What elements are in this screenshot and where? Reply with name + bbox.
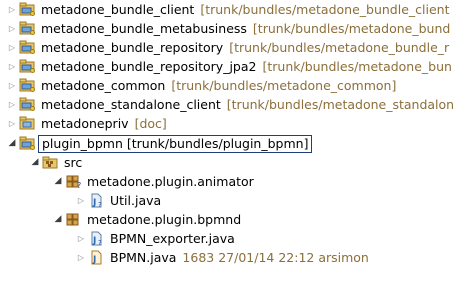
project-name: plugin_bpmn [trunk/bundles/plugin_bpmn] [38, 134, 313, 153]
project-name: metadone_bundle_client [41, 2, 195, 17]
package-name: metadone.plugin.animator [87, 174, 254, 189]
svn-decoration: 1683 27/01/14 22:12 arsimon [182, 250, 369, 265]
svg-text:?: ? [98, 239, 102, 246]
svg-text:J: J [92, 255, 96, 265]
project-name: metadone_common [41, 78, 166, 93]
project-name: metadone_bundle_metabusiness [41, 21, 247, 36]
tree-item-file[interactable]: ▷ J BPMN.java 1683 27/01/14 22:12 arsimo… [75, 248, 369, 267]
svg-text:?: ? [77, 181, 81, 189]
tree-item-selected-project[interactable]: ◢ plugin_bpmn [trunk/bundles/plugin_bpmn… [6, 134, 313, 153]
tree-item-project[interactable]: ▷ metadone_standalone_client [trunk/bund… [6, 95, 454, 114]
file-name: Util.java [110, 193, 162, 208]
tree-item-project[interactable]: ▷ metadonepriv [doc] [6, 114, 167, 133]
collapse-arrow-icon[interactable]: ◢ [6, 134, 18, 153]
expand-arrow-icon[interactable]: ▷ [6, 19, 18, 38]
svg-text:?: ? [98, 201, 102, 208]
file-name: BPMN.java [110, 250, 177, 265]
svg-text:J: J [92, 236, 96, 246]
tree-item-file[interactable]: ▷ J? BPMN_exporter.java [75, 229, 238, 248]
svg-text:J: J [92, 198, 96, 208]
expand-arrow-icon[interactable]: ▷ [75, 191, 87, 210]
java-project-icon [18, 38, 36, 57]
tree-item-package[interactable]: ◢ ? metadone.plugin.animator [52, 172, 257, 191]
tree-item-project[interactable]: ▷ metadone_bundle_metabusiness [trunk/bu… [6, 19, 450, 38]
svn-decoration: [doc] [134, 116, 167, 131]
package-name: metadone.plugin.bpmnd [87, 212, 242, 227]
java-project-icon [18, 95, 36, 114]
expand-arrow-icon[interactable]: ▷ [6, 95, 18, 114]
expand-arrow-icon[interactable]: ▷ [6, 38, 18, 57]
tree-item-package[interactable]: ◢ metadone.plugin.bpmnd [52, 210, 244, 229]
java-file-icon: J? [87, 191, 105, 210]
project-name: metadone_bundle_repository [41, 40, 224, 55]
tree-item-project[interactable]: ▷ metadone_common [trunk/bundles/metadon… [6, 76, 396, 95]
tree-item-file[interactable]: ▷ J? Util.java [75, 191, 164, 210]
collapse-arrow-icon[interactable]: ◢ [52, 210, 64, 229]
folder-name: src [64, 155, 83, 170]
project-name: metadonepriv [41, 116, 129, 131]
java-project-icon [18, 19, 36, 38]
collapse-arrow-icon[interactable]: ◢ [29, 153, 41, 172]
svn-decoration: [trunk/bundles/metadone_common] [171, 78, 397, 93]
java-project-icon [18, 57, 36, 76]
project-name: metadone_bundle_repository_jpa2 [41, 59, 257, 74]
expand-arrow-icon[interactable]: ▷ [75, 229, 87, 248]
expand-arrow-icon[interactable]: ▷ [6, 57, 18, 76]
tree-item-project[interactable]: ▷ metadone_bundle_repository [trunk/bund… [6, 38, 449, 57]
svn-decoration: [trunk/bundles/metadone_bundle_r [229, 40, 450, 55]
svn-decoration: [trunk/bundles/metadone_bundle_client [200, 2, 450, 17]
java-file-icon: J? [87, 229, 105, 248]
package-icon [64, 210, 82, 229]
svn-decoration: [trunk/bundles/metadone_bund [252, 21, 451, 36]
java-project-icon [18, 134, 36, 153]
tree-item-project[interactable]: ▷ metadone_bundle_client [trunk/bundles/… [6, 0, 450, 19]
package-icon: ? [64, 172, 82, 191]
file-name: BPMN_exporter.java [110, 231, 235, 246]
java-project-icon [18, 0, 36, 19]
project-explorer-tree: ▷ metadone_bundle_client [trunk/bundles/… [0, 0, 471, 307]
expand-arrow-icon[interactable]: ▷ [6, 76, 18, 95]
svn-decoration: [trunk/bundles/metadone_bun [262, 59, 452, 74]
tree-item-project[interactable]: ▷ metadone_bundle_repository_jpa2 [trunk… [6, 57, 452, 76]
source-folder-icon [41, 153, 59, 172]
expand-arrow-icon[interactable]: ▷ [75, 248, 87, 267]
expand-arrow-icon[interactable]: ▷ [6, 0, 18, 19]
tree-item-source-folder[interactable]: ◢ src [29, 153, 85, 172]
collapse-arrow-icon[interactable]: ◢ [52, 172, 64, 191]
svn-decoration: [trunk/bundles/metadone_standalon [226, 97, 455, 112]
project-icon [18, 114, 36, 133]
java-file-icon: J [87, 248, 105, 267]
project-name: metadone_standalone_client [41, 97, 221, 112]
expand-arrow-icon[interactable]: ▷ [6, 114, 18, 133]
java-project-icon [18, 76, 36, 95]
